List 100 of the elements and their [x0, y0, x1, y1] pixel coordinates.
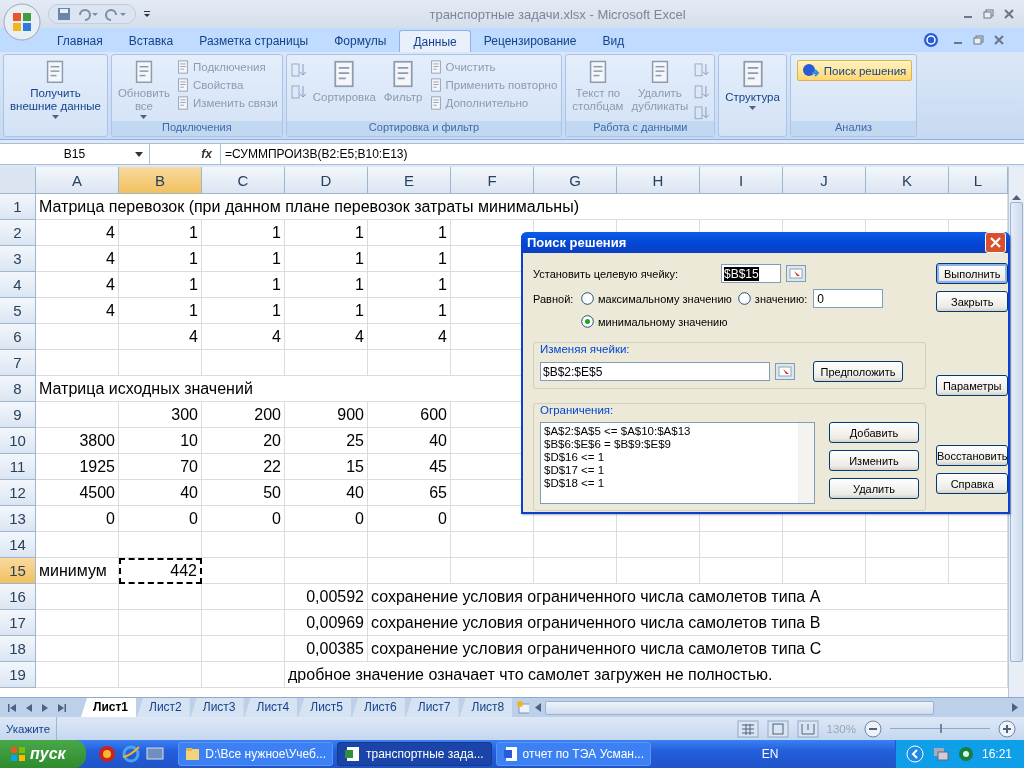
row-header[interactable]: 15: [0, 558, 36, 584]
ribbon-tab[interactable]: Формулы: [321, 30, 400, 52]
table-cell[interactable]: 4: [202, 324, 285, 350]
table-cell[interactable]: дробное значение означает что самолет загружен не полностью.: [285, 662, 1008, 688]
help-icon[interactable]: [923, 32, 939, 48]
table-cell[interactable]: 442: [119, 558, 202, 584]
table-cell[interactable]: [36, 662, 119, 688]
table-cell[interactable]: 4500: [36, 480, 119, 506]
table-cell[interactable]: [36, 610, 119, 636]
table-cell[interactable]: 4: [36, 220, 119, 246]
radio-option[interactable]: минимальному значению: [581, 315, 728, 328]
sheet-tab[interactable]: Лист8: [459, 698, 513, 717]
table-cell[interactable]: 1: [368, 246, 451, 272]
table-cell[interactable]: [866, 558, 949, 584]
table-cell[interactable]: 70: [119, 454, 202, 480]
list-scrollbar[interactable]: [798, 423, 814, 503]
table-cell[interactable]: 1: [119, 246, 202, 272]
table-cell[interactable]: [451, 558, 534, 584]
column-header[interactable]: H: [617, 167, 700, 194]
dialog-button[interactable]: Добавить: [829, 422, 919, 443]
table-cell[interactable]: 0,00592: [285, 584, 368, 610]
table-cell[interactable]: 0: [119, 506, 202, 532]
row-header[interactable]: 8: [0, 376, 36, 402]
column-header[interactable]: G: [534, 167, 617, 194]
table-cell[interactable]: сохранение условия ограниченного числа самолетов типа В: [368, 610, 1008, 636]
column-header[interactable]: A: [36, 167, 119, 194]
changing-cells-field[interactable]: $B$2:$E$5: [540, 362, 770, 381]
scroll-left-icon[interactable]: [535, 703, 542, 712]
taskbar-button[interactable]: D:\Все нужное\Учеб...: [178, 742, 333, 766]
table-cell[interactable]: 0: [368, 506, 451, 532]
row-header[interactable]: 4: [0, 272, 36, 298]
table-cell[interactable]: [368, 558, 451, 584]
row-header[interactable]: 9: [0, 402, 36, 428]
constraint-item[interactable]: $D$17 <= 1: [544, 464, 795, 477]
table-cell[interactable]: 1: [202, 272, 285, 298]
row-header[interactable]: 10: [0, 428, 36, 454]
table-cell[interactable]: 3800: [36, 428, 119, 454]
table-cell[interactable]: [119, 636, 202, 662]
column-header[interactable]: I: [700, 167, 783, 194]
select-all-button[interactable]: [0, 167, 36, 194]
formula-field[interactable]: =СУММПРОИЗВ(B2:E5;B10:E13): [220, 144, 1024, 164]
constraint-item[interactable]: $D$18 <= 1: [544, 477, 795, 490]
table-cell[interactable]: 1925: [36, 454, 119, 480]
table-cell[interactable]: 0,00969: [285, 610, 368, 636]
restore-icon[interactable]: [983, 9, 994, 19]
restore-icon[interactable]: [973, 35, 984, 45]
redo-icon[interactable]: [105, 7, 127, 21]
table-cell[interactable]: 4: [368, 324, 451, 350]
table-cell[interactable]: 25: [285, 428, 368, 454]
table-cell[interactable]: 15: [285, 454, 368, 480]
table-cell[interactable]: 1: [119, 272, 202, 298]
solver-button[interactable]: Поиск решения: [796, 60, 913, 81]
dialog-button[interactable]: Справка: [936, 473, 1009, 494]
table-cell[interactable]: 1: [368, 272, 451, 298]
scroll-up-icon[interactable]: [1012, 194, 1021, 200]
table-cell[interactable]: 1: [285, 298, 368, 324]
row-header[interactable]: 5: [0, 298, 36, 324]
last-sheet-icon[interactable]: [58, 703, 66, 712]
table-cell[interactable]: [285, 350, 368, 376]
table-cell[interactable]: [617, 532, 700, 558]
table-cell[interactable]: минимум: [36, 558, 119, 584]
table-cell[interactable]: сохранение условия ограниченного числа самолетов типа А: [368, 584, 1008, 610]
table-cell[interactable]: [534, 558, 617, 584]
table-cell[interactable]: [119, 350, 202, 376]
ribbon-tab[interactable]: Данные: [399, 30, 471, 52]
sheet-tab[interactable]: Лист4: [244, 698, 298, 717]
dialog-button[interactable]: Параметры: [936, 375, 1009, 396]
table-cell[interactable]: [700, 558, 783, 584]
table-cell[interactable]: 4: [36, 298, 119, 324]
guess-button[interactable]: Предположить: [813, 361, 903, 382]
table-cell[interactable]: [119, 532, 202, 558]
tool-icon[interactable]: [694, 83, 711, 100]
table-cell[interactable]: 1: [202, 220, 285, 246]
row-header[interactable]: 12: [0, 480, 36, 506]
table-cell[interactable]: 900: [285, 402, 368, 428]
row-header[interactable]: 2: [0, 220, 36, 246]
dialog-button[interactable]: Закрыть: [936, 291, 1009, 312]
normal-view-icon[interactable]: [736, 719, 759, 738]
table-cell[interactable]: [451, 532, 534, 558]
radio-option[interactable]: значению:: [737, 292, 808, 305]
table-cell[interactable]: [36, 350, 119, 376]
table-cell[interactable]: [368, 350, 451, 376]
scroll-right-icon[interactable]: [1012, 703, 1018, 712]
table-cell[interactable]: 4: [36, 272, 119, 298]
row-header[interactable]: 11: [0, 454, 36, 480]
row-header[interactable]: 17: [0, 610, 36, 636]
column-header[interactable]: F: [451, 167, 534, 194]
target-cell-field[interactable]: $B$15: [721, 264, 781, 283]
start-button[interactable]: пуск: [0, 740, 86, 768]
sheet-tab[interactable]: Лист1: [81, 698, 137, 717]
dialog-button[interactable]: Удалить: [829, 478, 919, 499]
table-cell[interactable]: 1: [368, 220, 451, 246]
round-app-icon[interactable]: [98, 745, 116, 763]
table-cell[interactable]: [368, 532, 451, 558]
cell-picker-icon[interactable]: [775, 363, 795, 380]
table-cell[interactable]: [202, 350, 285, 376]
table-cell[interactable]: 40: [368, 428, 451, 454]
taskbar-button[interactable]: транспортные зада...: [337, 742, 492, 766]
taskbar-button[interactable]: отчет по ТЭА Усман...: [496, 742, 651, 766]
table-cell[interactable]: 1: [202, 246, 285, 272]
